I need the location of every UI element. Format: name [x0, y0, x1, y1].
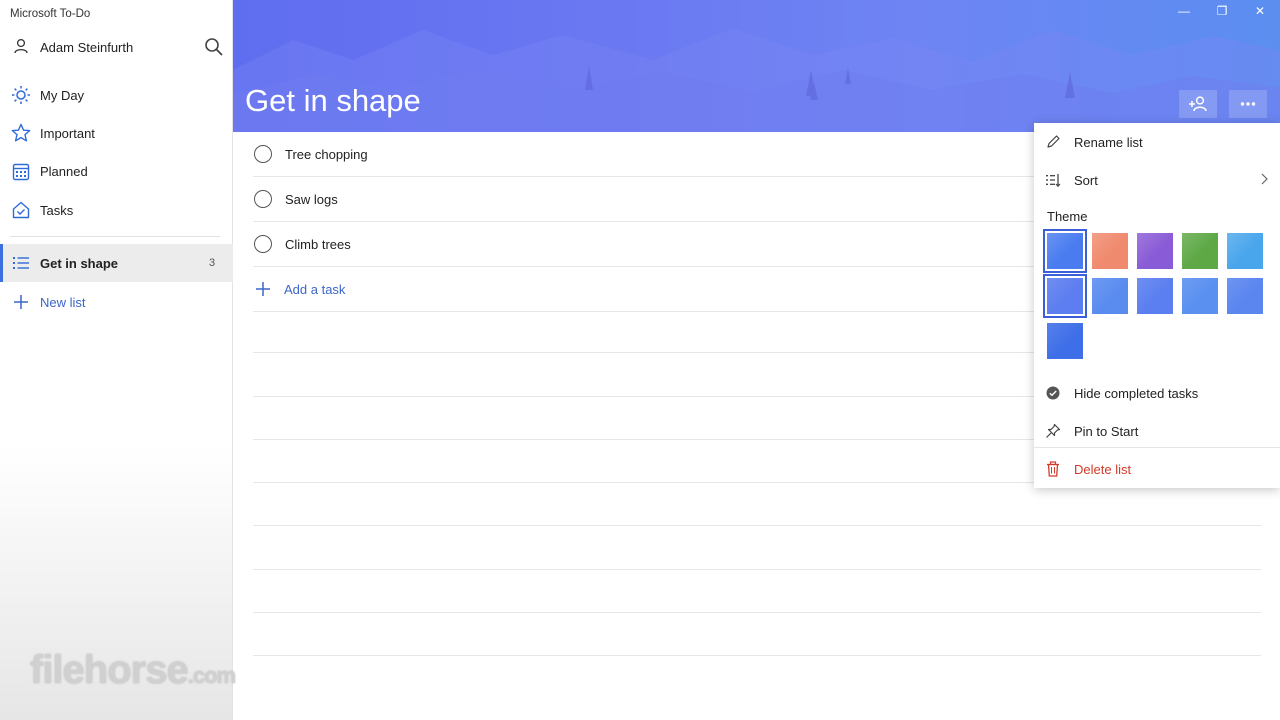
theme-swatch[interactable]: [1182, 278, 1218, 314]
pin-to-start-menu-item[interactable]: Pin to Start: [1034, 413, 1280, 449]
minimize-button[interactable]: —: [1171, 4, 1197, 22]
task-title: Tree chopping: [285, 147, 368, 162]
theme-swatch[interactable]: [1047, 323, 1083, 359]
watermark-logo: filehorse.com: [30, 648, 236, 693]
user-name: Adam Steinfurth: [40, 40, 134, 55]
sidebar-item-label: Tasks: [40, 202, 74, 218]
restore-button[interactable]: ❐: [1209, 4, 1235, 22]
sidebar-item-my-day[interactable]: My Day: [0, 76, 233, 114]
theme-swatch[interactable]: [1137, 278, 1173, 314]
theme-swatch[interactable]: [1092, 278, 1128, 314]
add-person-icon: [1189, 96, 1207, 112]
complete-task-checkbox[interactable]: [254, 145, 272, 163]
plus-icon: [256, 282, 270, 296]
theme-swatch[interactable]: [1227, 278, 1263, 314]
sidebar-item-label: My Day: [40, 87, 85, 103]
sidebar-item-planned[interactable]: Planned: [0, 153, 233, 191]
theme-swatch[interactable]: [1137, 233, 1173, 269]
close-button[interactable]: ✕: [1247, 4, 1273, 22]
trash-icon: [1047, 461, 1059, 477]
empty-row: [253, 526, 1261, 570]
complete-task-checkbox[interactable]: [254, 235, 272, 253]
sidebar: Microsoft To-Do Adam Steinfurth My Day I…: [0, 0, 233, 720]
theme-swatch[interactable]: [1092, 233, 1128, 269]
complete-task-checkbox[interactable]: [254, 190, 272, 208]
theme-section-label: Theme: [1047, 209, 1088, 224]
page-title: Get in shape: [245, 83, 421, 118]
search-icon[interactable]: [203, 36, 225, 58]
star-icon: [11, 124, 31, 142]
list-count-badge: 3: [209, 257, 216, 269]
delete-list-menu-item[interactable]: Delete list: [1034, 451, 1280, 487]
nav-divider: [10, 236, 220, 237]
new-list-label: New list: [40, 295, 86, 310]
add-task-label: Add a task: [284, 282, 346, 297]
pin-icon: [1046, 423, 1061, 438]
selected-indicator: [0, 244, 3, 282]
menu-item-label: Pin to Start: [1074, 424, 1139, 439]
watermark-text: filehorse: [30, 648, 189, 692]
more-options-button[interactable]: [1229, 90, 1267, 118]
menu-item-label: Rename list: [1074, 135, 1143, 150]
sidebar-nav: My Day Important Planned Tasks: [0, 76, 233, 229]
sort-icon: [1046, 174, 1061, 188]
check-circle-icon: [1046, 386, 1060, 400]
list-header: Get in shape — ❐ ✕: [233, 0, 1280, 132]
menu-item-label: Hide completed tasks: [1074, 386, 1199, 401]
sort-menu-item[interactable]: Sort: [1034, 162, 1280, 198]
empty-row: [253, 570, 1261, 614]
chevron-right-icon: [1261, 173, 1268, 185]
pencil-icon: [1047, 135, 1060, 148]
calendar-icon: [12, 163, 30, 180]
sidebar-item-important[interactable]: Important: [0, 114, 233, 152]
theme-swatch[interactable]: [1182, 233, 1218, 269]
task-title: Climb trees: [285, 237, 351, 252]
hide-completed-menu-item[interactable]: Hide completed tasks: [1034, 375, 1280, 411]
new-list-button[interactable]: New list: [0, 288, 233, 316]
empty-row: [253, 483, 1261, 527]
user-row[interactable]: Adam Steinfurth: [0, 34, 233, 60]
share-list-button[interactable]: [1179, 90, 1217, 118]
rename-list-menu-item[interactable]: Rename list: [1034, 124, 1280, 160]
plus-icon: [14, 295, 28, 309]
watermark-suffix: .com: [187, 663, 236, 688]
home-check-icon: [12, 201, 30, 219]
sidebar-item-label: Important: [40, 125, 95, 141]
theme-swatch[interactable]: [1043, 229, 1087, 273]
list-label: Get in shape: [40, 256, 119, 271]
list-options-menu: Rename list Sort Theme Hide completed ta…: [1034, 123, 1280, 488]
empty-row: [253, 613, 1261, 657]
theme-swatch[interactable]: [1043, 274, 1087, 318]
task-title: Saw logs: [285, 192, 338, 207]
more-dots-icon: [1240, 102, 1256, 106]
sidebar-item-tasks[interactable]: Tasks: [0, 191, 233, 229]
sidebar-item-label: Planned: [40, 164, 88, 180]
menu-item-label: Sort: [1074, 173, 1098, 188]
list-icon: [13, 257, 29, 269]
user-avatar-icon: [14, 38, 28, 54]
menu-item-label: Delete list: [1074, 462, 1132, 477]
sun-icon: [12, 86, 30, 105]
theme-swatch[interactable]: [1227, 233, 1263, 269]
sidebar-list-get-in-shape[interactable]: Get in shape 3: [0, 244, 233, 282]
app-title: Microsoft To-Do: [10, 8, 91, 20]
menu-divider: [1034, 447, 1280, 448]
